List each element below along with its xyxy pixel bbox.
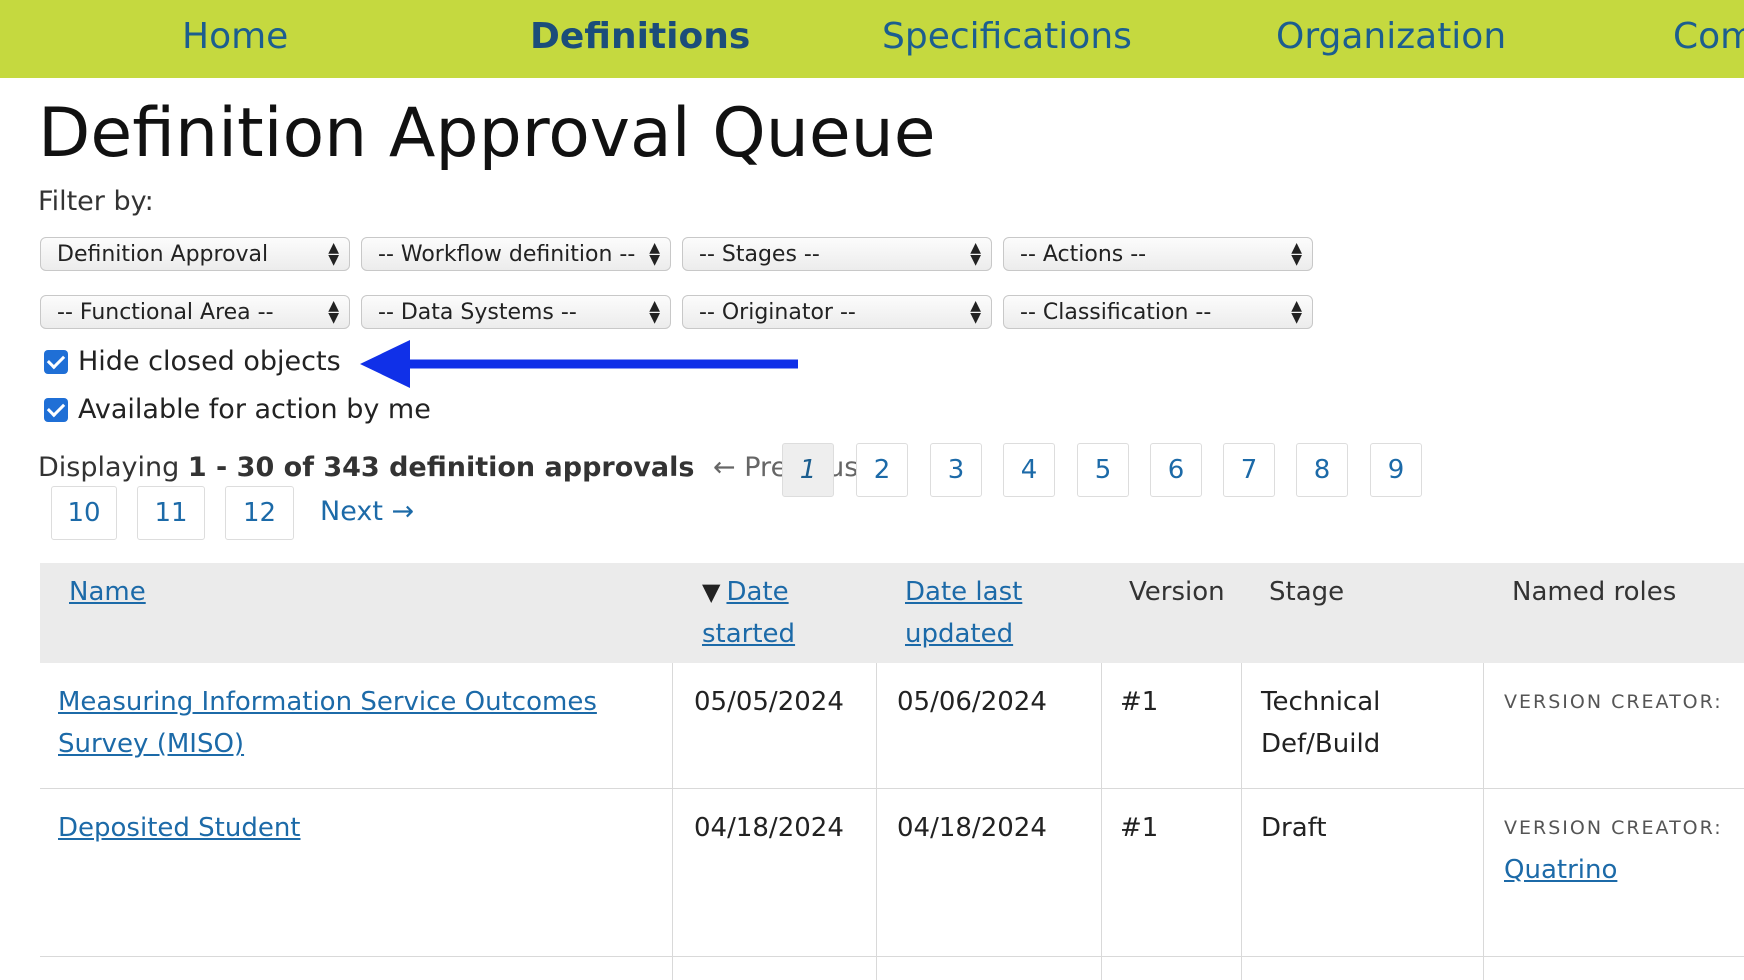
- sort-date-updated-link[interactable]: Date last: [905, 577, 1022, 607]
- hide-closed-objects-checkbox[interactable]: [44, 350, 68, 374]
- classification-select[interactable]: -- Classification -- ▲ ▼: [1003, 295, 1313, 329]
- select-value: -- Workflow definition --: [378, 242, 636, 267]
- page-2-button[interactable]: 2: [856, 443, 908, 497]
- pagination-summary: Displaying 1 - 30 of 343 definition appr…: [38, 452, 858, 483]
- nav-organization[interactable]: Organization: [1276, 16, 1506, 57]
- row-name-cell: Deposited Student: [58, 807, 658, 849]
- displaying-range: 1 - 30 of 343 definition approvals: [187, 452, 695, 483]
- page-3-button[interactable]: 3: [930, 443, 982, 497]
- page-1-button[interactable]: 1: [782, 443, 834, 497]
- page-6-button[interactable]: 6: [1150, 443, 1202, 497]
- row-date-started: 05/05/2024: [694, 687, 844, 717]
- table-header: Name ▼ Date started Date last updated Ver…: [40, 563, 1744, 663]
- page-title: Definition Approval Queue: [38, 94, 936, 173]
- arrow-left-icon: [360, 340, 798, 388]
- row-version: #1: [1120, 687, 1159, 717]
- select-arrows-icon: ▲ ▼: [970, 298, 981, 326]
- page-4-button[interactable]: 4: [1003, 443, 1055, 497]
- next-link[interactable]: Next →: [320, 496, 414, 527]
- select-value: -- Classification --: [1020, 300, 1212, 325]
- select-arrows-icon: ▲ ▼: [1291, 298, 1302, 326]
- header-name: Name: [69, 571, 146, 613]
- page-10-button[interactable]: 10: [51, 486, 117, 540]
- functional-area-select[interactable]: -- Functional Area -- ▲ ▼: [40, 295, 350, 329]
- table-row: Deposited Student 04/18/2024 04/18/2024 …: [40, 789, 1744, 957]
- definition-link-2[interactable]: Survey (MISO): [58, 729, 244, 759]
- top-navigation: Home Definitions Specifications Organiza…: [0, 0, 1744, 78]
- available-for-action-row: Available for action by me: [44, 394, 431, 425]
- row-version: #1: [1120, 813, 1159, 843]
- page-9-button[interactable]: 9: [1370, 443, 1422, 497]
- select-arrows-icon: ▲ ▼: [970, 240, 981, 268]
- filter-label: Filter by:: [38, 186, 154, 217]
- sort-date-updated-link-2[interactable]: updated: [905, 619, 1013, 649]
- row-stage-line-1: Technical: [1261, 687, 1381, 717]
- row-date-updated: 04/18/2024: [897, 813, 1047, 843]
- header-date-last-updated: Date last updated: [905, 571, 1022, 655]
- page-5-button[interactable]: 5: [1077, 443, 1129, 497]
- header-version: Version: [1129, 577, 1225, 607]
- select-arrows-icon: ▲ ▼: [328, 240, 339, 268]
- header-named-roles: Named roles: [1512, 577, 1677, 607]
- nav-community[interactable]: Com: [1673, 16, 1744, 57]
- definition-link[interactable]: Measuring Information Service Outcomes: [58, 687, 597, 717]
- sort-date-started-link[interactable]: Date: [726, 577, 788, 607]
- role-user-link[interactable]: Quatrino: [1504, 855, 1617, 885]
- header-date-started: ▼ Date started: [702, 571, 795, 655]
- nav-home[interactable]: Home: [182, 16, 288, 57]
- available-for-action-label: Available for action by me: [78, 394, 431, 425]
- sort-date-started-link-2[interactable]: started: [702, 619, 795, 649]
- originator-select[interactable]: -- Originator -- ▲ ▼: [682, 295, 992, 329]
- table-row: Measuring Information Service Outcomes S…: [40, 663, 1744, 789]
- select-arrows-icon: ▲ ▼: [649, 240, 660, 268]
- row-stage: Technical Def/Build: [1261, 681, 1380, 765]
- definition-link[interactable]: Deposited Student: [58, 813, 301, 843]
- actions-select[interactable]: -- Actions -- ▲ ▼: [1003, 237, 1313, 271]
- displaying-prefix: Displaying: [38, 452, 180, 483]
- select-arrows-icon: ▲ ▼: [328, 298, 339, 326]
- page-7-button[interactable]: 7: [1223, 443, 1275, 497]
- row-stage: Draft: [1261, 813, 1327, 843]
- approval-type-select[interactable]: Definition Approval ▲ ▼: [40, 237, 350, 271]
- select-value: -- Data Systems --: [378, 300, 577, 325]
- page-12-button[interactable]: 12: [225, 486, 294, 540]
- select-value: -- Stages --: [699, 242, 820, 267]
- row-date-started: 04/18/2024: [694, 813, 844, 843]
- available-for-action-checkbox[interactable]: [44, 398, 68, 422]
- select-value: -- Actions --: [1020, 242, 1147, 267]
- select-value: -- Originator --: [699, 300, 856, 325]
- select-value: Definition Approval: [57, 242, 269, 267]
- row-name-cell: Measuring Information Service Outcomes S…: [58, 681, 658, 765]
- stages-select[interactable]: -- Stages -- ▲ ▼: [682, 237, 992, 271]
- workflow-definition-select[interactable]: -- Workflow definition -- ▲ ▼: [361, 237, 671, 271]
- nav-specifications[interactable]: Specifications: [882, 16, 1132, 57]
- row-role-label: VERSION CREATOR:: [1504, 817, 1723, 839]
- row-role-name: Quatrino: [1504, 849, 1617, 891]
- select-arrows-icon: ▲ ▼: [1291, 240, 1302, 268]
- hide-closed-objects-row: Hide closed objects: [44, 346, 341, 377]
- select-arrows-icon: ▲ ▼: [649, 298, 660, 326]
- page-11-button[interactable]: 11: [137, 486, 205, 540]
- row-date-updated: 05/06/2024: [897, 687, 1047, 717]
- header-stage: Stage: [1269, 577, 1345, 607]
- sort-descending-icon: ▼: [702, 578, 721, 606]
- data-systems-select[interactable]: -- Data Systems -- ▲ ▼: [361, 295, 671, 329]
- row-role-label: VERSION CREATOR:: [1504, 691, 1723, 713]
- nav-definitions[interactable]: Definitions: [530, 16, 750, 57]
- sort-name-link[interactable]: Name: [69, 577, 146, 607]
- hide-closed-objects-label: Hide closed objects: [78, 346, 341, 377]
- row-stage-line-2: Def/Build: [1261, 729, 1381, 759]
- select-value: -- Functional Area --: [57, 300, 274, 325]
- page-8-button[interactable]: 8: [1296, 443, 1348, 497]
